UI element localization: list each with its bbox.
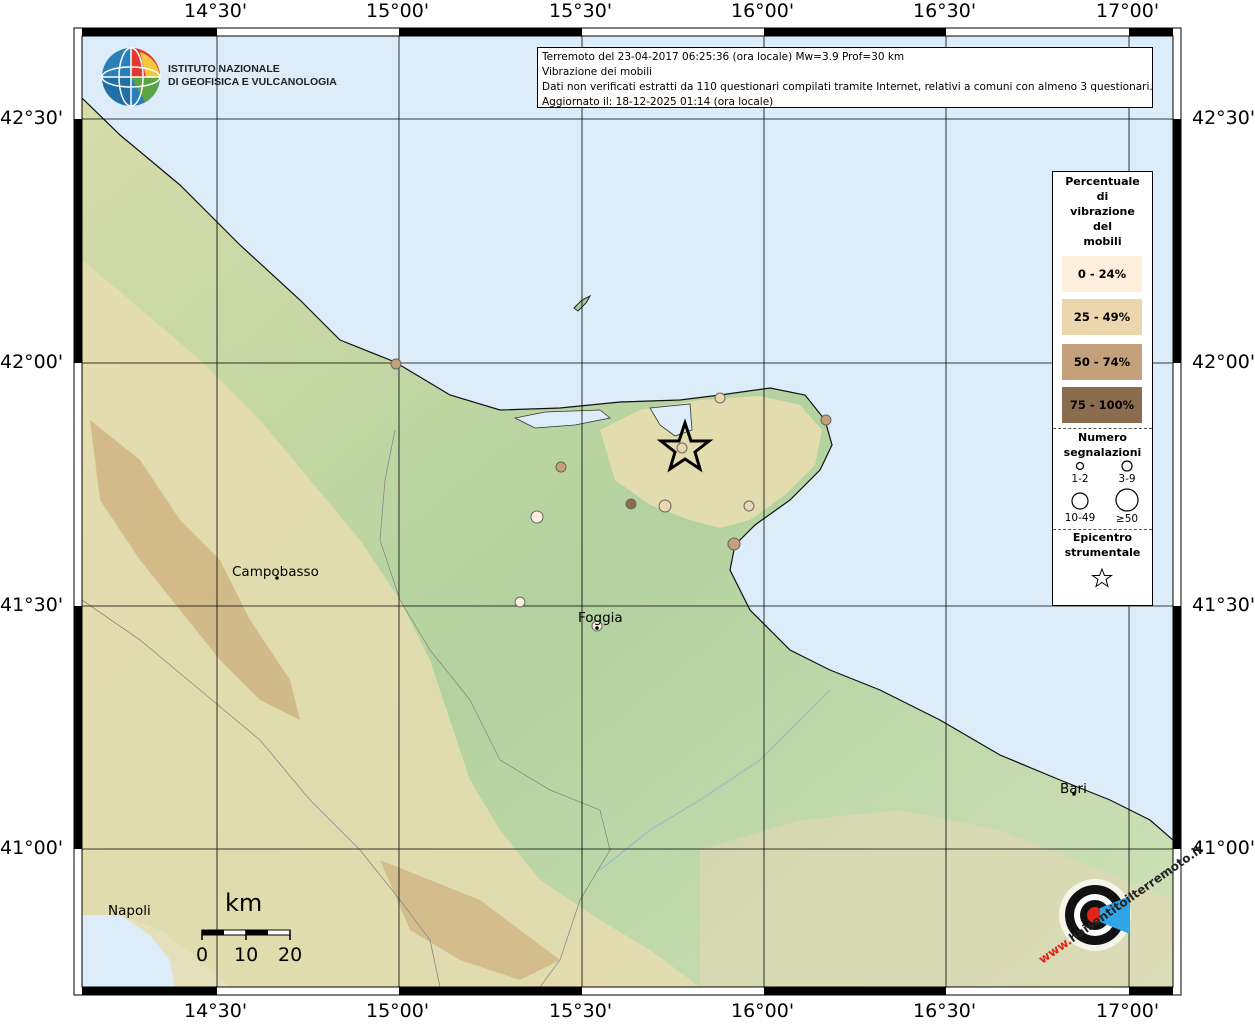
event-info-box: Terremoto del 23-04-2017 06:25:36 (ora l… — [537, 47, 1153, 108]
scale-tick: 0 — [196, 944, 209, 966]
lon-label-bottom: 16°00' — [731, 1000, 795, 1022]
legend-size-symbols — [1071, 460, 1139, 512]
scale-tick: 10 — [234, 944, 259, 966]
observation-point — [514, 596, 526, 608]
lon-label-bottom: 14°30' — [184, 1000, 248, 1022]
legend-epicenter-title: Epicentro strumentale — [1053, 530, 1152, 560]
legend-count-3: 10-49 — [1064, 512, 1096, 524]
observation-point — [555, 461, 567, 473]
ingv-logo-icon — [101, 47, 161, 107]
legend-star-icon — [1091, 568, 1113, 588]
lon-label-bottom: 15°00' — [366, 1000, 430, 1022]
lon-label-top: 15°00' — [366, 0, 430, 22]
update-time: Aggiornato il: 18-12-2025 01:14 (ora loc… — [542, 96, 774, 108]
legend-title: Percentuale di vibrazione del mobili — [1053, 174, 1152, 249]
legend-count-title: Numero segnalazioni — [1053, 430, 1152, 460]
city-dot-foggia — [595, 626, 599, 630]
city-label-napoli: Napoli — [108, 903, 151, 919]
city-label-foggia: Foggia — [578, 610, 623, 626]
legend-epicenter-line: strumentale — [1064, 546, 1141, 559]
scale-unit: km — [225, 889, 263, 917]
lat-label-left: 42°00' — [0, 351, 64, 373]
ingv-line-2: DI GEOFISICA E VULCANOLOGIA — [168, 76, 337, 88]
lon-label-top: 14°30' — [184, 0, 248, 22]
legend-divider — [1053, 428, 1152, 429]
observation-point — [658, 499, 672, 513]
legend-count-1: 1-2 — [1071, 473, 1089, 485]
legend-class-1: 25 - 49% — [1062, 299, 1142, 335]
lat-label-left: 41°00' — [0, 837, 64, 859]
observation-point — [530, 510, 544, 524]
lon-label-top: 15°30' — [549, 0, 613, 22]
data-note: Dati non verificati estratti da 110 ques… — [542, 81, 1153, 93]
ingv-logo-text: ISTITUTO NAZIONALE DI GEOFISICA E VULCAN… — [168, 63, 337, 89]
observation-point — [743, 500, 755, 512]
scale-tick: 20 — [278, 944, 303, 966]
lon-label-bottom: 17°00' — [1096, 1000, 1160, 1022]
legend-title-line: del — [1092, 220, 1113, 233]
legend-panel: Percentuale di vibrazione del mobili 0 -… — [1052, 171, 1153, 606]
observation-point — [820, 414, 832, 426]
lon-label-bottom: 16°30' — [913, 1000, 977, 1022]
lon-label-top: 16°00' — [731, 0, 795, 22]
legend-class-2: 50 - 74% — [1062, 344, 1142, 380]
lat-label-right: 42°30' — [1192, 107, 1255, 129]
city-label-campobasso: Campobasso — [232, 564, 319, 580]
legend-count-title-line: Numero — [1078, 431, 1127, 444]
lat-label-right: 41°30' — [1192, 594, 1255, 616]
legend-title-line: di — [1096, 190, 1109, 203]
legend-title-line: mobili — [1083, 235, 1122, 248]
observation-point — [714, 392, 726, 404]
lon-label-top: 17°00' — [1096, 0, 1160, 22]
observation-point — [625, 498, 637, 510]
lat-label-left: 41°30' — [0, 594, 64, 616]
ingv-line-1: ISTITUTO NAZIONALE — [168, 63, 280, 75]
lon-label-bottom: 15°30' — [549, 1000, 613, 1022]
observation-point — [390, 358, 402, 370]
legend-count-2: 3-9 — [1118, 473, 1136, 485]
legend-class-3: 75 - 100% — [1062, 387, 1142, 423]
lat-label-right: 42°00' — [1192, 351, 1255, 373]
city-label-bari: Bari — [1060, 781, 1087, 797]
legend-title-line: vibrazione — [1070, 205, 1135, 218]
observation-point — [676, 442, 688, 454]
lon-label-top: 16°30' — [913, 0, 977, 22]
map-subject: Vibrazione dei mobili — [542, 66, 653, 78]
lat-label-left: 42°30' — [0, 107, 64, 129]
legend-title-line: Percentuale — [1065, 175, 1140, 188]
legend-epicenter-line: Epicentro — [1072, 531, 1133, 544]
event-title: Terremoto del 23-04-2017 06:25:36 (ora l… — [542, 51, 905, 63]
legend-count-4: ≥50 — [1115, 513, 1139, 525]
observation-point — [727, 537, 741, 551]
legend-class-0: 0 - 24% — [1062, 256, 1142, 292]
